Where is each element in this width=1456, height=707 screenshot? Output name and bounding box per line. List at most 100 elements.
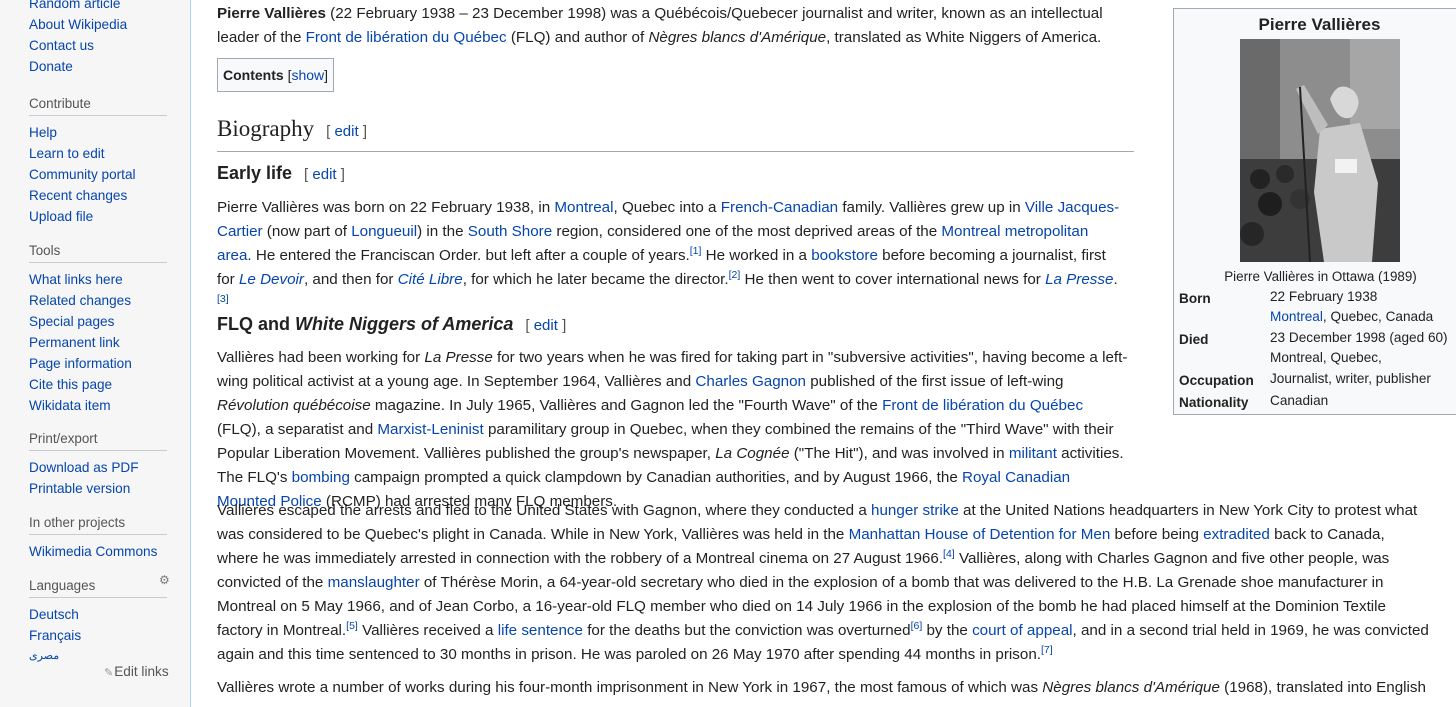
- sidebar-item-recent-changes[interactable]: Recent changes: [29, 185, 167, 206]
- bracket: [: [304, 166, 309, 183]
- ref-6[interactable]: [6]: [911, 620, 923, 632]
- sidebar-item-wikimedia-commons[interactable]: Wikimedia Commons: [29, 541, 167, 562]
- text: family. Vallières grew up in: [838, 199, 1025, 216]
- sidebar-item-what-links-here[interactable]: What links here: [29, 269, 167, 290]
- text-italic: Nègres blancs d'Amérique: [1042, 679, 1220, 696]
- sidebar-item-contact[interactable]: Contact us: [29, 35, 127, 56]
- heading-flq-text: FLQ and: [217, 314, 295, 334]
- link-bookstore[interactable]: bookstore: [811, 247, 878, 264]
- link-cite-libre[interactable]: Cité Libre: [398, 271, 463, 288]
- sidebar: Random article About Wikipedia Contact u…: [0, 0, 190, 707]
- portrait-photo[interactable]: [1240, 39, 1400, 262]
- link-le-devoir[interactable]: Le Devoir: [239, 271, 304, 288]
- occupation-value: Journalist, writer, publisher: [1270, 371, 1431, 386]
- toc-toggle[interactable]: show: [291, 67, 324, 83]
- nationality-label: Nationality: [1179, 395, 1249, 410]
- edit-section-flq[interactable]: edit: [534, 317, 558, 334]
- sidebar-item-community-portal[interactable]: Community portal: [29, 164, 167, 185]
- section-edit: [ edit ]: [525, 317, 566, 334]
- flq-paragraph-3: Vallières wrote a number of works during…: [217, 676, 1429, 700]
- born-value: 22 February 1938 Montreal, Quebec, Canad…: [1270, 287, 1433, 327]
- bracket: ]: [340, 166, 345, 183]
- sidebar-item-page-information[interactable]: Page information: [29, 353, 167, 374]
- sidebar-tools: Tools What links here Related changes Sp…: [29, 243, 167, 416]
- link-militant[interactable]: militant: [1009, 445, 1057, 462]
- flq-paragraph-1: Vallières had been working for La Presse…: [217, 346, 1129, 514]
- text: (FLQ), a separatist and: [217, 421, 378, 438]
- link-south-shore[interactable]: South Shore: [468, 223, 552, 240]
- link-french-canadian[interactable]: French-Canadian: [721, 199, 838, 216]
- link-manslaughter[interactable]: manslaughter: [328, 574, 420, 591]
- text: before being: [1110, 526, 1204, 543]
- infobox-title: Pierre Vallières: [1258, 15, 1381, 34]
- text: , Quebec into a: [613, 199, 721, 216]
- text: campaign prompted a quick clampdown by C…: [349, 469, 963, 486]
- link-hunger-strike[interactable]: hunger strike: [871, 502, 959, 519]
- sidebar-contribute: Contribute Help Learn to edit Community …: [29, 96, 167, 227]
- link-marxist-leninist[interactable]: Marxist-Leninist: [377, 421, 483, 438]
- link-flq-2[interactable]: Front de libération du Québec: [882, 397, 1083, 414]
- link-life-sentence[interactable]: life sentence: [498, 622, 583, 639]
- link-court-of-appeal[interactable]: court of appeal: [972, 622, 1072, 639]
- link-extradited[interactable]: extradited: [1203, 526, 1270, 543]
- link-flq[interactable]: Front de libération du Québec: [306, 29, 507, 46]
- sidebar-item-upload-file[interactable]: Upload file: [29, 206, 167, 227]
- text: He then went to cover international news…: [740, 271, 1046, 288]
- ref-5[interactable]: [5]: [346, 620, 358, 632]
- text: , for which he later became the director…: [462, 271, 729, 288]
- intro-text: , translated as White Niggers of America…: [826, 29, 1102, 46]
- sidebar-item-random-article[interactable]: Random article: [29, 0, 127, 14]
- edit-section-early-life[interactable]: edit: [312, 166, 336, 183]
- died-place: Montreal, Quebec,: [1270, 350, 1382, 365]
- text: (1968), translated into English: [1219, 679, 1426, 696]
- link-born-montreal[interactable]: Montreal: [1270, 309, 1323, 324]
- table-of-contents: Contents [show]: [217, 58, 335, 92]
- link-manhattan-detention[interactable]: Manhattan House of Detention for Men: [849, 526, 1111, 543]
- text: Vallières received a: [357, 622, 498, 639]
- sidebar-item-related-changes[interactable]: Related changes: [29, 290, 167, 311]
- toc-title: Contents: [223, 67, 284, 83]
- ref-1[interactable]: [1]: [690, 245, 702, 257]
- sidebar-item-printable-version[interactable]: Printable version: [29, 478, 167, 499]
- text: . He entered the Franciscan Order. but l…: [247, 247, 690, 264]
- sidebar-item-cite-this-page[interactable]: Cite this page: [29, 374, 167, 395]
- sidebar-item-download-pdf[interactable]: Download as PDF: [29, 457, 167, 478]
- text: Pierre Vallières was born on 22 February…: [217, 199, 555, 216]
- ref-4[interactable]: [4]: [943, 548, 955, 560]
- sidebar-item-lang-deutsch[interactable]: Deutsch: [29, 604, 167, 625]
- sidebar-item-help[interactable]: Help: [29, 122, 167, 143]
- link-bombing[interactable]: bombing: [292, 469, 350, 486]
- sidebar-item-donate[interactable]: Donate: [29, 56, 127, 77]
- ref-7[interactable]: [7]: [1041, 644, 1053, 656]
- link-charles-gagnon[interactable]: Charles Gagnon: [695, 373, 806, 390]
- text: magazine. In July 1965, Vallières and Ga…: [370, 397, 883, 414]
- flq-paragraph-2: Vallières escaped the arrests and fled t…: [217, 499, 1429, 667]
- text-italic: Révolution québécoise: [217, 397, 371, 414]
- section-edit: [ edit ]: [326, 123, 367, 140]
- heading-early-life: Early life [ edit ]: [217, 160, 345, 188]
- sidebar-item-learn-to-edit[interactable]: Learn to edit: [29, 143, 167, 164]
- ref-2[interactable]: [2]: [729, 269, 741, 281]
- infobox-caption: Pierre Vallières in Ottawa (1989): [1224, 269, 1417, 284]
- gear-icon[interactable]: ⚙: [159, 573, 170, 587]
- sidebar-item-lang-francais[interactable]: Français: [29, 625, 167, 646]
- edit-section-biography[interactable]: edit: [334, 123, 358, 140]
- link-montreal[interactable]: Montreal: [554, 199, 613, 216]
- sidebar-other-projects: In other projects Wikimedia Commons: [29, 515, 167, 562]
- toc-bracket: ]: [324, 67, 329, 83]
- text-italic: La Presse: [424, 349, 493, 366]
- edit-links-label: Edit links: [114, 664, 169, 679]
- text: He worked in a: [701, 247, 812, 264]
- text: region, considered one of the most depri…: [552, 223, 942, 240]
- sidebar-item-about[interactable]: About Wikipedia: [29, 14, 127, 35]
- born-date: 22 February 1938: [1270, 289, 1378, 304]
- link-la-presse[interactable]: La Presse: [1045, 271, 1113, 288]
- sidebar-item-special-pages[interactable]: Special pages: [29, 311, 167, 332]
- early-life-paragraph: Pierre Vallières was born on 22 February…: [217, 196, 1127, 316]
- bracket: [: [525, 317, 530, 334]
- sidebar-item-wikidata-item[interactable]: Wikidata item: [29, 395, 167, 416]
- edit-links-button[interactable]: ✎Edit links: [104, 664, 169, 679]
- sidebar-item-permanent-link[interactable]: Permanent link: [29, 332, 167, 353]
- ref-3[interactable]: [3]: [217, 293, 229, 305]
- link-longueuil[interactable]: Longueuil: [351, 223, 417, 240]
